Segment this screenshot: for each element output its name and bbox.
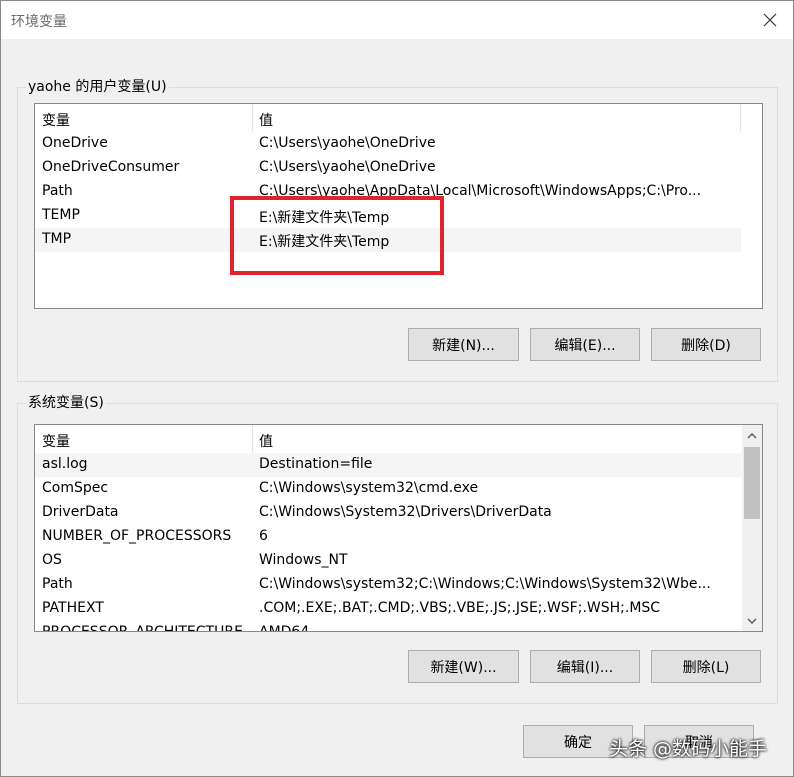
variable-value: 6 <box>259 528 268 544</box>
variable-name: OneDriveConsumer <box>42 159 180 175</box>
variable-value: E:\新建文件夹\Temp <box>259 210 390 226</box>
variable-value: C:\Users\yaohe\OneDrive <box>259 135 436 151</box>
environment-variables-dialog: 环境变量 yaohe 的用户变量(U) 变量 值 OneDrive C:\Use… <box>0 0 794 777</box>
variable-name: TEMP <box>42 207 80 223</box>
variable-name: Path <box>42 183 73 199</box>
variable-value: C:\Windows\System32\Drivers\DriverData <box>259 504 552 520</box>
column-divider[interactable] <box>252 104 253 132</box>
variable-name: PATHEXT <box>42 600 104 616</box>
variable-value: .COM;.EXE;.BAT;.CMD;.VBS;.VBE;.JS;.JSE;.… <box>259 600 661 616</box>
variable-name: asl.log <box>42 456 88 472</box>
scroll-up-button[interactable] <box>742 427 762 444</box>
variable-value: C:\Users\yaohe\AppData\Local\Microsoft\W… <box>259 183 702 199</box>
variable-value: E:\新建文件夹\Temp <box>259 234 390 250</box>
column-divider[interactable] <box>252 425 253 453</box>
system-variables-label: 系统变量(S) <box>26 394 106 412</box>
variable-value: C:\Users\yaohe\OneDrive <box>259 159 436 175</box>
variable-value: Windows_NT <box>259 552 348 568</box>
user-delete-button[interactable]: 删除(D) <box>651 328 761 361</box>
table-row-selected[interactable]: TMP E:\新建文件夹\Temp <box>35 228 741 252</box>
variable-name: PROCESSOR_ARCHITECTURE <box>42 624 243 632</box>
table-row[interactable]: OneDrive C:\Users\yaohe\OneDrive <box>35 132 741 156</box>
list-header: 变量 值 <box>35 104 762 132</box>
chevron-up-icon <box>747 432 757 439</box>
table-row[interactable]: NUMBER_OF_PROCESSORS 6 <box>35 525 741 549</box>
column-header-variable[interactable]: 变量 <box>42 431 70 451</box>
variable-name: DriverData <box>42 504 119 520</box>
variable-name: OS <box>42 552 62 568</box>
table-row[interactable]: OS Windows_NT <box>35 549 741 573</box>
scroll-down-button[interactable] <box>742 612 762 629</box>
variable-value: Destination=file <box>259 456 373 472</box>
user-variables-list[interactable]: 变量 值 OneDrive C:\Users\yaohe\OneDrive On… <box>34 103 763 309</box>
list-header: 变量 值 <box>35 425 762 453</box>
watermark: 头条 @数码小能手 <box>609 738 768 760</box>
variable-name: OneDrive <box>42 135 108 151</box>
table-row[interactable]: Path C:\Users\yaohe\AppData\Local\Micros… <box>35 180 741 204</box>
table-row[interactable]: ComSpec C:\Windows\system32\cmd.exe <box>35 477 741 501</box>
title-bar[interactable]: 环境变量 <box>1 1 793 39</box>
user-edit-button[interactable]: 编辑(E)... <box>530 328 640 361</box>
column-divider[interactable] <box>740 104 741 132</box>
user-new-button[interactable]: 新建(N)... <box>408 328 519 361</box>
variable-value: C:\Windows\system32\cmd.exe <box>259 480 479 496</box>
window-title: 环境变量 <box>11 14 67 30</box>
variable-value: AMD64 <box>259 624 310 632</box>
column-header-value[interactable]: 值 <box>259 110 273 130</box>
user-variables-label: yaohe 的用户变量(U) <box>26 78 169 96</box>
chevron-down-icon <box>747 617 757 624</box>
variable-name: Path <box>42 576 73 592</box>
close-icon <box>763 13 777 27</box>
close-button[interactable] <box>747 1 793 39</box>
variable-name: NUMBER_OF_PROCESSORS <box>42 528 232 544</box>
table-row[interactable]: Path C:\Windows\system32;C:\Windows;C:\W… <box>35 573 741 597</box>
system-new-button[interactable]: 新建(W)... <box>408 650 519 683</box>
variable-value: C:\Windows\system32;C:\Windows;C:\Window… <box>259 576 711 592</box>
variable-name: TMP <box>42 231 72 247</box>
system-variables-list[interactable]: 变量 值 asl.log Destination=file ComSpec C:… <box>34 424 763 632</box>
table-row[interactable]: TEMP E:\新建文件夹\Temp <box>35 204 741 228</box>
table-row[interactable]: DriverData C:\Windows\System32\Drivers\D… <box>35 501 741 525</box>
table-row[interactable]: OneDriveConsumer C:\Users\yaohe\OneDrive <box>35 156 741 180</box>
column-header-variable[interactable]: 变量 <box>42 110 70 130</box>
table-row-selected[interactable]: asl.log Destination=file <box>35 453 741 477</box>
system-edit-button[interactable]: 编辑(I)... <box>530 650 640 683</box>
variable-name: ComSpec <box>42 480 109 496</box>
scroll-thumb[interactable] <box>744 447 760 519</box>
column-header-value[interactable]: 值 <box>259 431 273 451</box>
table-row[interactable]: PROCESSOR_ARCHITECTURE AMD64 <box>35 621 741 632</box>
vertical-scrollbar[interactable] <box>742 425 762 631</box>
table-row[interactable]: PATHEXT .COM;.EXE;.BAT;.CMD;.VBS;.VBE;.J… <box>35 597 741 621</box>
system-delete-button[interactable]: 删除(L) <box>651 650 761 683</box>
